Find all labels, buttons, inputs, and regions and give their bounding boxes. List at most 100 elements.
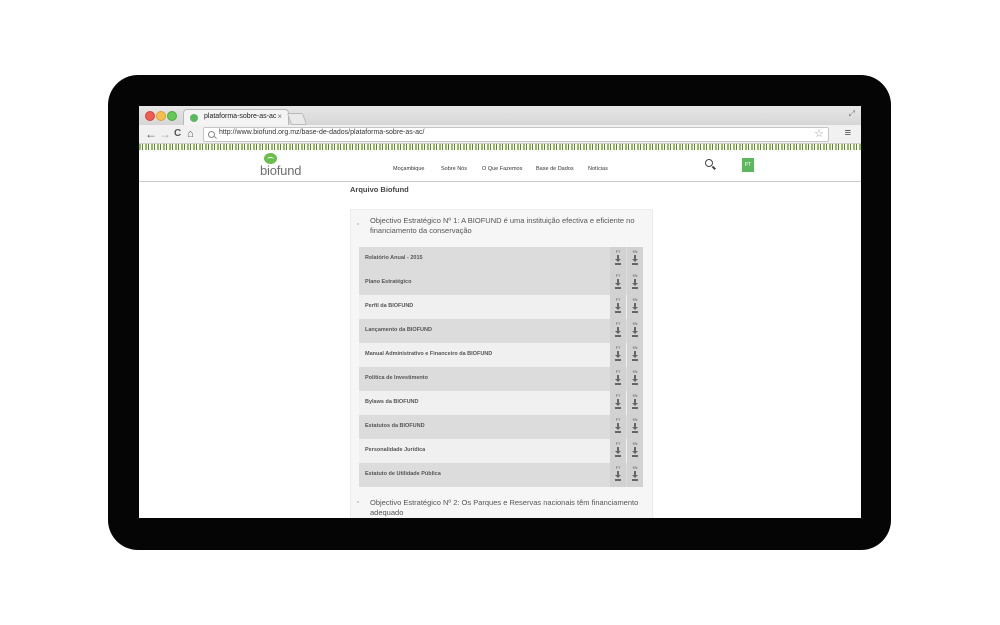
search-icon[interactable] xyxy=(705,159,713,167)
download-lang-label: PT xyxy=(615,394,621,398)
download-icon xyxy=(632,399,638,409)
download-pt-button[interactable]: PT xyxy=(610,247,626,271)
nav-item-o-que-fazemos[interactable]: O Que Fazemos xyxy=(482,166,522,172)
document-row: Manual Administrativo e Financeiro da BI… xyxy=(359,343,643,367)
fullscreen-icon[interactable]: ⤢ xyxy=(849,109,855,119)
download-lang-label: EN xyxy=(632,274,638,278)
download-lang-label: EN xyxy=(632,250,638,254)
download-lang-label: PT xyxy=(615,250,621,254)
accordion-title: Objectivo Estratégico Nº 1: A BIOFUND é … xyxy=(370,216,635,235)
download-lang-label: PT xyxy=(615,370,621,374)
download-en-button[interactable]: EN xyxy=(627,343,643,367)
download-icon xyxy=(615,471,621,481)
tab-close-icon[interactable]: × xyxy=(277,112,282,121)
download-lang-label: EN xyxy=(632,370,638,374)
download-icon xyxy=(632,447,638,457)
download-lang-label: EN xyxy=(632,442,638,446)
download-en-button[interactable]: EN xyxy=(627,463,643,487)
search-icon xyxy=(208,131,215,138)
forward-icon[interactable]: → xyxy=(159,126,171,142)
download-lang-label: EN xyxy=(632,466,638,470)
download-pt-button[interactable]: PT xyxy=(610,367,626,391)
download-lang-label: EN xyxy=(632,346,638,350)
site-logo[interactable]: biofund xyxy=(260,163,301,178)
minimize-window-button[interactable] xyxy=(156,111,166,121)
browser-menu-icon[interactable]: ≡ xyxy=(845,127,851,139)
nav-item-mocambique[interactable]: Moçambique xyxy=(393,166,425,172)
favicon-icon xyxy=(190,114,198,122)
download-icon xyxy=(615,327,621,337)
download-en-button[interactable]: EN xyxy=(627,367,643,391)
download-en-button[interactable]: EN xyxy=(627,295,643,319)
home-icon[interactable]: ⌂ xyxy=(187,126,194,142)
download-icon xyxy=(632,471,638,481)
download-lang-label: EN xyxy=(632,394,638,398)
download-icon xyxy=(632,423,638,433)
document-row: Perfil da BIOFUND PT EN xyxy=(359,295,643,319)
document-name: Política de Investimento xyxy=(365,375,428,381)
download-icon xyxy=(632,255,638,265)
document-name: Estatuto de Utilidade Pública xyxy=(365,471,441,477)
document-name: Lançamento da BIOFUND xyxy=(365,327,432,333)
download-icon xyxy=(615,423,621,433)
download-en-button[interactable]: EN xyxy=(627,415,643,439)
address-bar[interactable]: http://www.biofund.org.mz/base-de-dados/… xyxy=(203,127,829,142)
download-icon xyxy=(615,279,621,289)
download-en-button[interactable]: EN xyxy=(627,319,643,343)
document-name: Perfil da BIOFUND xyxy=(365,303,414,309)
download-icon xyxy=(632,279,638,289)
chevron-up-icon: ˆ xyxy=(357,224,360,231)
download-lang-label: PT xyxy=(615,274,621,278)
download-pt-button[interactable]: PT xyxy=(610,391,626,415)
maximize-window-button[interactable] xyxy=(167,111,177,121)
language-button[interactable]: PT xyxy=(742,158,754,172)
document-name: Manual Administrativo e Financeiro da BI… xyxy=(365,351,493,357)
download-en-button[interactable]: EN xyxy=(627,439,643,463)
back-icon[interactable]: ← xyxy=(145,126,157,142)
download-en-button[interactable]: EN xyxy=(627,247,643,271)
accordion-title: Objectivo Estratégico Nº 2: Os Parques e… xyxy=(370,498,639,517)
download-pt-button[interactable]: PT xyxy=(610,295,626,319)
bookmark-star-icon[interactable]: ☆ xyxy=(814,127,824,140)
download-lang-label: PT xyxy=(615,346,621,350)
document-name: Bylaws da BIOFUND xyxy=(365,399,419,405)
download-pt-button[interactable]: PT xyxy=(610,463,626,487)
document-name: Estatutos da BIOFUND xyxy=(365,423,425,429)
document-row: Estatuto de Utilidade Pública PT EN xyxy=(359,463,643,487)
download-icon xyxy=(615,375,621,385)
url-text: http://www.biofund.org.mz/base-de-dados/… xyxy=(219,129,425,136)
nav-item-sobre-nos[interactable]: Sobre Nós xyxy=(441,166,467,172)
new-tab-button[interactable] xyxy=(286,113,308,125)
nav-item-base-de-dados[interactable]: Base de Dados xyxy=(536,166,574,172)
download-pt-button[interactable]: PT xyxy=(610,415,626,439)
download-pt-button[interactable]: PT xyxy=(610,319,626,343)
browser-window: plataforma-sobre-as-ac × ⤢ ← → C ⌂ http:… xyxy=(139,106,861,518)
document-row: Lançamento da BIOFUND PT EN xyxy=(359,319,643,343)
tab-title: plataforma-sobre-as-ac xyxy=(204,113,277,120)
download-icon xyxy=(615,447,621,457)
download-icon xyxy=(632,303,638,313)
download-pt-button[interactable]: PT xyxy=(610,271,626,295)
browser-tab[interactable]: plataforma-sobre-as-ac × xyxy=(183,109,289,126)
document-row: Estatutos da BIOFUND PT EN xyxy=(359,415,643,439)
download-icon xyxy=(615,351,621,361)
download-en-button[interactable]: EN xyxy=(627,391,643,415)
download-pt-button[interactable]: PT xyxy=(610,439,626,463)
document-name: Personalidade Jurídica xyxy=(365,447,426,453)
nav-item-noticias[interactable]: Notícias xyxy=(588,166,608,172)
document-row: Política de Investimento PT EN xyxy=(359,367,643,391)
document-name: Plano Estratégico xyxy=(365,279,412,285)
document-row: Bylaws da BIOFUND PT EN xyxy=(359,391,643,415)
chevron-down-icon: ˇ xyxy=(357,502,360,509)
download-lang-label: EN xyxy=(632,298,638,302)
download-icon xyxy=(632,327,638,337)
download-icon xyxy=(615,255,621,265)
download-icon xyxy=(615,399,621,409)
reload-icon[interactable]: C xyxy=(174,126,181,142)
close-window-button[interactable] xyxy=(145,111,155,121)
download-lang-label: EN xyxy=(632,322,638,326)
download-pt-button[interactable]: PT xyxy=(610,343,626,367)
download-en-button[interactable]: EN xyxy=(627,271,643,295)
document-row: Plano Estratégico PT EN xyxy=(359,271,643,295)
download-icon xyxy=(632,375,638,385)
